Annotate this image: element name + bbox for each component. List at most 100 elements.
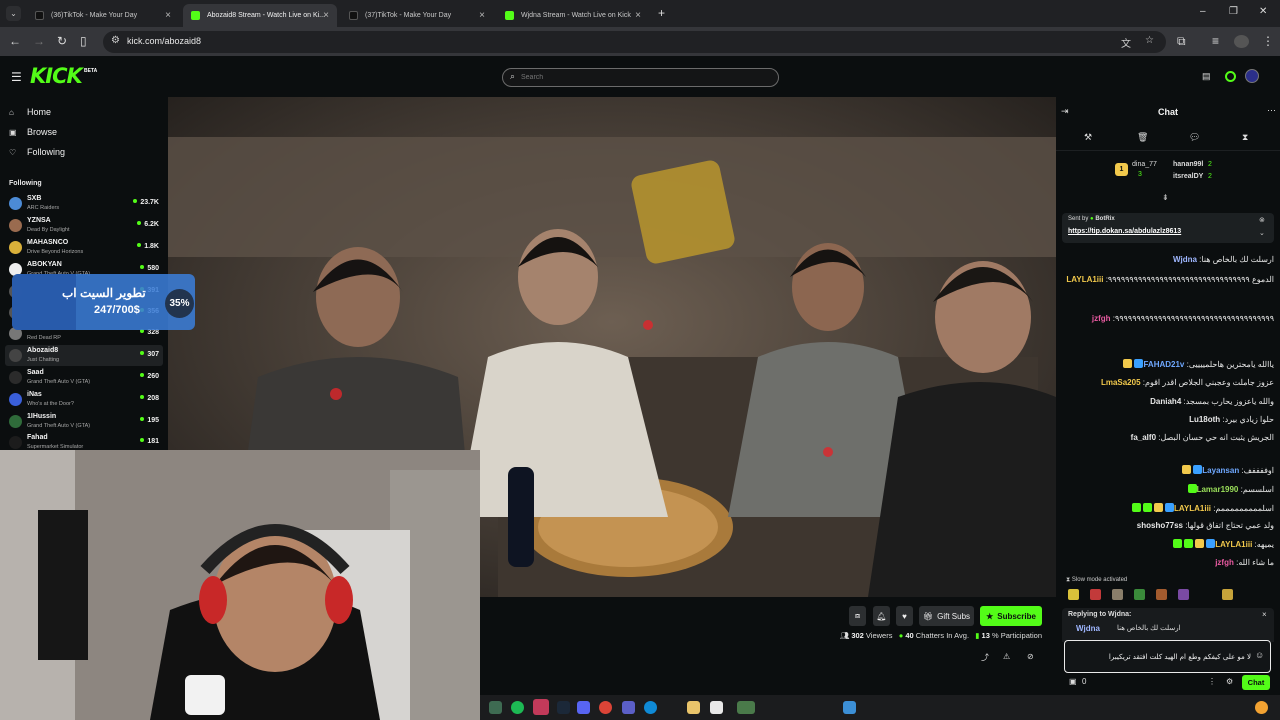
file-explorer-icon[interactable] — [687, 701, 700, 714]
chat-username[interactable]: jzfgh — [1215, 558, 1234, 567]
minimize-icon[interactable]: – — [1200, 6, 1206, 17]
hourglass-icon[interactable]: ⧗ — [1242, 132, 1248, 143]
speech-bubble-icon[interactable]: 💬︎ — [1189, 132, 1200, 143]
emote-icon[interactable] — [1090, 589, 1101, 600]
chat-username[interactable]: jzfgh — [1092, 314, 1111, 323]
close-reply-icon[interactable]: × — [1262, 610, 1267, 619]
emote-icon[interactable] — [1156, 589, 1167, 600]
follow-heart-icon[interactable]: ♥ — [896, 606, 913, 626]
emoji-icon[interactable]: ☺ — [1255, 650, 1264, 660]
close-icon[interactable]: × — [165, 10, 171, 21]
emote-icon[interactable] — [1112, 589, 1123, 600]
sidebar-channel-item[interactable]: MAHASNCO Drive Beyond Horizons 1.8K — [5, 237, 163, 258]
tab-groups-icon[interactable]: ≡ — [1212, 34, 1219, 48]
browser-tab[interactable]: Wjdna Stream - Watch Live on Kick × — [497, 4, 649, 27]
chat-message[interactable]: اوففففف: Layansan — [1066, 465, 1274, 475]
maximize-icon[interactable]: ❐ — [1229, 6, 1238, 17]
address-bar[interactable]: ⚙ kick.com/abozaid8 文 ☆ — [103, 31, 1166, 53]
chat-settings-icon[interactable]: ⚙ — [1226, 677, 1233, 686]
chat-username[interactable]: LAYLA1iii — [1066, 275, 1103, 284]
pinned-message[interactable]: Sent by ● BotRix https://tip.dokan.sa/ab… — [1062, 213, 1274, 243]
close-icon[interactable]: × — [635, 10, 641, 21]
emote-icon[interactable] — [1134, 589, 1145, 600]
notepad-icon[interactable] — [710, 701, 723, 714]
start-icon[interactable] — [843, 701, 856, 714]
pinned-link[interactable]: https://tip.dokan.sa/abdulazlz8613 — [1068, 228, 1181, 235]
teams-icon[interactable] — [622, 701, 635, 714]
edge-icon[interactable] — [644, 701, 657, 714]
back-icon[interactable]: ← — [9, 34, 21, 48]
hamburger-menu-icon[interactable]: ☰ — [11, 70, 22, 84]
chat-username[interactable]: shosho77ss — [1137, 521, 1183, 530]
emote-icon[interactable] — [1222, 589, 1233, 600]
chat-message[interactable]: ما شاء الله: jzfgh — [1066, 558, 1274, 567]
browser-tab[interactable]: (36)TikTok - Make Your Day × — [27, 4, 179, 27]
sidebar-channel-item[interactable]: SXB ARC Raiders 23.7K — [5, 193, 163, 214]
points-icon[interactable]: ▣ — [1069, 677, 1077, 686]
chat-message[interactable]: اسلسسم: Lamar1990 — [1066, 484, 1274, 494]
spotify-icon[interactable] — [511, 701, 524, 714]
forward-icon[interactable]: → — [33, 34, 45, 48]
close-icon[interactable]: × — [479, 10, 485, 21]
chat-message[interactable]: ولد عمي تحتاج اتفاق قولها: shosho77ss — [1066, 521, 1274, 530]
close-icon[interactable]: × — [323, 10, 329, 21]
browser-tab-active[interactable]: Abozaid8 Stream - Watch Live on Ki... × — [183, 4, 337, 27]
search-input[interactable] — [521, 71, 761, 84]
notification-bell-icon[interactable]: 🔔︎ — [873, 606, 890, 626]
chat-username[interactable]: Lu18oth — [1189, 415, 1220, 424]
chat-send-button[interactable]: Chat — [1242, 675, 1270, 690]
reload-icon[interactable]: ↻ — [57, 34, 67, 48]
nav-following[interactable]: ♡ Following — [9, 147, 65, 157]
trash-icon[interactable]: 🗑︎ — [1137, 132, 1148, 143]
subscribe-button[interactable]: ★ Subscribe — [980, 606, 1042, 626]
user-avatar[interactable] — [1245, 69, 1259, 83]
chat-message[interactable]: الجريش يثبت انه حي حسان البصل: fa_alf0 — [1066, 433, 1274, 442]
app-icon[interactable] — [737, 701, 755, 714]
bookmark-star-icon[interactable]: ☆ — [1145, 35, 1154, 46]
sidebar-channel-item[interactable]: Abozaid8 Just Chatting 307 — [5, 345, 163, 366]
nav-home[interactable]: ⌂ Home — [9, 107, 51, 117]
discord-icon[interactable] — [577, 701, 590, 714]
sidebar-channel-item[interactable]: iNas Who's at the Door? 208 — [5, 389, 163, 410]
chat-username[interactable]: Wjdna — [1173, 255, 1197, 264]
site-info-icon[interactable]: ⚙ — [111, 35, 120, 46]
chat-username[interactable]: FAHAD21v — [1143, 360, 1184, 369]
profile-avatar[interactable] — [1234, 35, 1249, 48]
clip-icon[interactable]: ⧈ — [849, 606, 866, 626]
chat-username[interactable]: LAYLA1iii — [1215, 540, 1252, 549]
emote-icon[interactable] — [1178, 589, 1189, 600]
tab-search-icon[interactable]: ⌄ — [6, 6, 21, 21]
nav-browse[interactable]: ▣ Browse — [9, 127, 57, 137]
translate-icon[interactable]: 文 — [1121, 35, 1131, 50]
chat-username[interactable]: Daniah4 — [1150, 397, 1181, 406]
kick-logo[interactable]: KICK — [30, 64, 83, 88]
chat-message[interactable]: عزوز جاملت وعجبني الجلاص اقدر اقوم: LmaS… — [1066, 378, 1274, 387]
chevron-down-icon[interactable]: ⌄ — [1259, 229, 1265, 237]
chat-message[interactable]: والله ياعزوز يحارب بمسجد: Daniah4 — [1066, 397, 1274, 406]
chat-username[interactable]: Layansan — [1202, 466, 1239, 475]
sidebar-channel-item[interactable]: YZNSA Dead By Daylight 6.2K — [5, 215, 163, 236]
mute-icon[interactable]: ⊘ — [1027, 652, 1034, 661]
unpin-icon[interactable]: ⊗ — [1259, 216, 1265, 224]
kick-coin-icon[interactable] — [1225, 71, 1236, 82]
pin-toggle-icon[interactable]: ⇟ — [1162, 193, 1169, 202]
chat-message[interactable]: الدموع ٩٩٩٩٩٩٩٩٩٩٩٩٩٩٩٩٩٩٩٩٩٩٩٩٩٩٩٩٩٩٩٩٩… — [1066, 274, 1274, 284]
chat-username[interactable]: fa_alf0 — [1131, 433, 1156, 442]
sidebar-channel-item[interactable]: Saad Grand Theft Auto V (GTA) 260 — [5, 367, 163, 388]
chat-input[interactable] — [1071, 650, 1251, 664]
report-icon[interactable]: ⚠ — [1003, 652, 1010, 661]
extensions-icon[interactable]: ⧉ — [1177, 34, 1186, 48]
chat-username[interactable]: LAYLA1iii — [1174, 504, 1211, 513]
gift-subs-button[interactable]: 🎁︎ Gift Subs — [919, 606, 974, 626]
chat-message[interactable]: اسلمممممممممم: LAYLA1iii — [1066, 503, 1274, 513]
emote-icon[interactable] — [1068, 589, 1079, 600]
cards-icon[interactable]: ▤ — [1202, 71, 1211, 82]
sidebar-toggle-icon[interactable]: ▯ — [80, 34, 87, 48]
chat-message[interactable]: ياالله يامحترين هاحلمييييى: FAHAD21v — [1066, 359, 1274, 369]
chat-message[interactable]: ٩٩٩٩٩٩٩٩٩٩٩٩٩٩٩٩٩٩٩٩٩٩٩٩٩٩٩٩٩٩٩٩٩٩٩٩٩: j… — [1066, 314, 1274, 323]
more-menu-icon[interactable]: ⋮ — [1262, 34, 1274, 48]
new-tab-icon[interactable]: + — [658, 6, 665, 20]
chat-username[interactable]: LmaSa205 — [1101, 378, 1141, 387]
app-icon[interactable] — [533, 699, 549, 715]
sidebar-channel-item[interactable]: 1IHussin Grand Theft Auto V (GTA) 195 — [5, 411, 163, 432]
